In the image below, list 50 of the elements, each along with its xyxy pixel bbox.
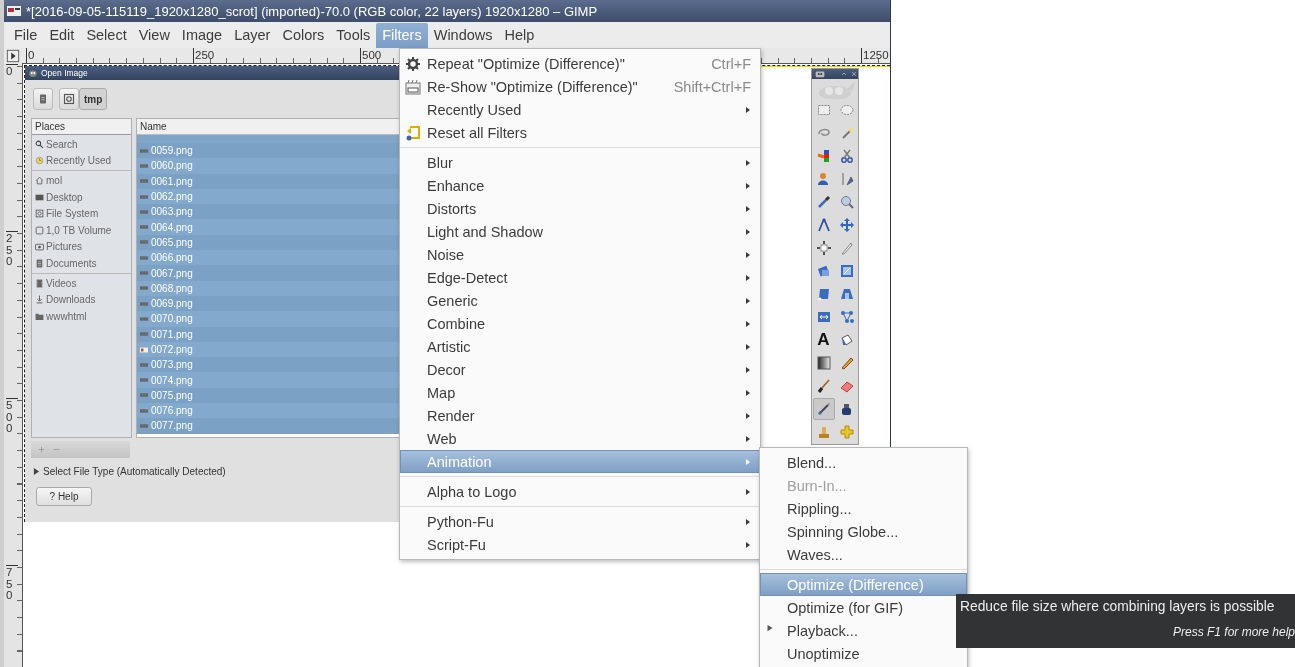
menu[interactable]: Help: [498, 22, 541, 48]
place-item[interactable]: Videos: [32, 274, 131, 292]
menu[interactable]: Layer: [228, 22, 277, 48]
place-item[interactable]: Desktop: [32, 188, 131, 206]
menu[interactable]: Image: [175, 22, 229, 48]
menu[interactable]: View: [132, 22, 176, 48]
menu-item[interactable]: Blend...: [760, 451, 846, 474]
menu-item[interactable]: Waves...: [760, 543, 852, 566]
tooltip-hint: Press F1 for more help: [1172, 625, 1295, 639]
ruler-label: 0: [6, 64, 18, 78]
window-title: *[2016-09-05-115119_1920x1280_scrot] (imported)-70.0 (RGB color, 22 layers) 1920x1280 – GIMP: [26, 3, 598, 19]
place-item[interactable]: Pictures: [32, 238, 131, 256]
place-item[interactable]: 1,0 TB Volume: [32, 221, 131, 239]
menu[interactable]: File: [8, 22, 44, 48]
dialog-title: Open Image: [41, 68, 88, 78]
ruler-label: 1250: [861, 48, 889, 63]
menu-item[interactable]: Optimize (for GIF): [760, 596, 912, 619]
menu[interactable]: Windows: [427, 22, 499, 48]
menu-item[interactable]: Script-Fu: [400, 533, 760, 556]
path-button[interactable]: tmp: [79, 88, 108, 110]
ruler-label: 500: [6, 398, 18, 436]
place-item[interactable]: Downloads: [32, 291, 131, 308]
menu-item[interactable]: Unoptimize: [760, 642, 869, 665]
place-item[interactable]: mol: [32, 172, 131, 189]
ruler-label: 750: [6, 565, 18, 603]
ruler-label: 500: [360, 48, 382, 63]
menu[interactable]: Select: [80, 22, 133, 48]
place-item[interactable]: Search: [32, 136, 131, 153]
menu-item[interactable]: Rippling...: [760, 497, 861, 520]
place-item[interactable]: File System: [32, 205, 131, 222]
menu-item[interactable]: Spinning Globe...: [760, 520, 908, 543]
ruler-label: 250: [6, 231, 18, 269]
menu-item[interactable]: Playback...: [760, 619, 867, 642]
place-item[interactable]: wwwhtml: [32, 307, 131, 325]
menu[interactable]: Tools: [330, 22, 377, 48]
text-tool-button[interactable]: A: [812, 329, 835, 351]
menu-item[interactable]: Alpha to Logo: [400, 480, 760, 503]
help-button[interactable]: ? Help: [36, 487, 92, 506]
tooltip-text: Reduce file size where combining layers is possible: [960, 599, 1276, 614]
menu[interactable]: Edit: [43, 22, 81, 48]
menu-item[interactable]: Repeat "Optimize (Difference)" Ctrl+F: [400, 52, 760, 75]
menu-item[interactable]: Re-Show "Optimize (Difference)" Shift+Ctrl+F: [400, 75, 760, 98]
menu[interactable]: Colors: [276, 22, 331, 48]
place-item[interactable]: Recently Used: [32, 152, 131, 170]
column-header: Places: [32, 119, 131, 135]
menu-item[interactable]: Python-Fu: [400, 510, 760, 533]
ruler-label: 250: [193, 48, 215, 63]
ruler-label: 0: [26, 48, 35, 63]
place-item[interactable]: Documents: [32, 255, 131, 272]
menu-item[interactable]: Recently Used: [400, 98, 760, 121]
